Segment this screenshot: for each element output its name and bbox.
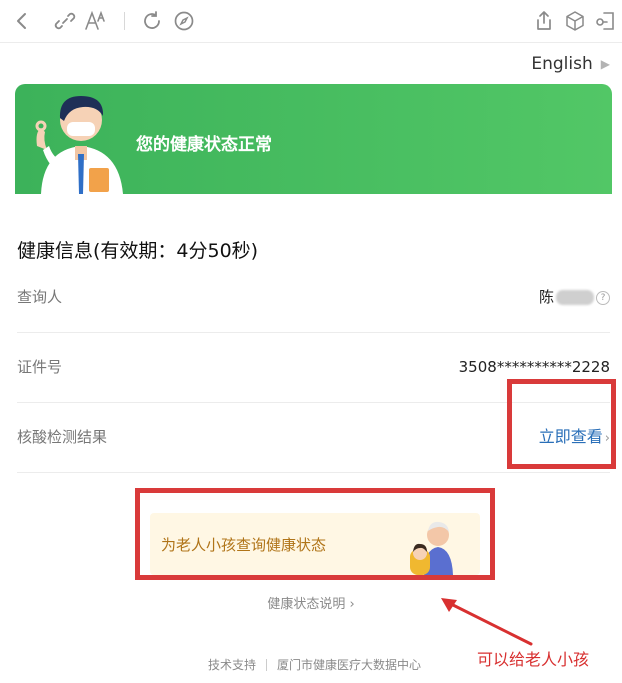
footer: 技术支持 厦门市健康医疗大数据中心: [208, 656, 421, 673]
footer-divider: [266, 658, 268, 671]
nucleic-test-label: 核酸检测结果: [17, 428, 108, 446]
row-inquirer: 查询人 陈?: [17, 262, 610, 333]
exit-icon[interactable]: [594, 9, 618, 33]
browser-toolbar: [0, 0, 622, 43]
doctor-illustration-icon: [35, 96, 123, 194]
annotation-text: 可以给老人小孩: [477, 650, 590, 669]
inquirer-value: 陈?: [539, 262, 610, 332]
share-icon[interactable]: [532, 9, 556, 33]
id-number-label: 证件号: [17, 358, 63, 376]
organization-name: 厦门市健康医疗大数据中心: [277, 658, 422, 672]
back-icon[interactable]: [10, 9, 34, 33]
inquirer-name: 陈: [538, 288, 554, 306]
inquirer-label: 查询人: [17, 288, 63, 306]
tech-support-label: 技术支持: [208, 658, 257, 672]
health-status-banner: 您的健康状态正常: [15, 84, 612, 194]
help-icon[interactable]: ?: [596, 290, 610, 305]
highlight-box-view-now: [507, 379, 616, 469]
language-label: English: [531, 54, 593, 74]
cube-icon[interactable]: [563, 9, 587, 33]
chevron-right-icon: ▶: [600, 57, 610, 71]
health-status-text: 您的健康状态正常: [136, 135, 272, 155]
annotation-arrow-icon: [441, 598, 533, 646]
compass-icon[interactable]: [172, 9, 196, 33]
toolbar-divider: [124, 12, 125, 30]
language-switch[interactable]: English ▶: [531, 54, 610, 74]
link-icon[interactable]: [53, 9, 77, 33]
highlight-box-elder-query: [135, 488, 495, 580]
font-size-icon[interactable]: [84, 9, 108, 33]
masked-name-blur: [556, 290, 594, 305]
health-info-title: 健康信息(有效期：4分50秒): [17, 240, 259, 262]
refresh-icon[interactable]: [140, 9, 164, 33]
